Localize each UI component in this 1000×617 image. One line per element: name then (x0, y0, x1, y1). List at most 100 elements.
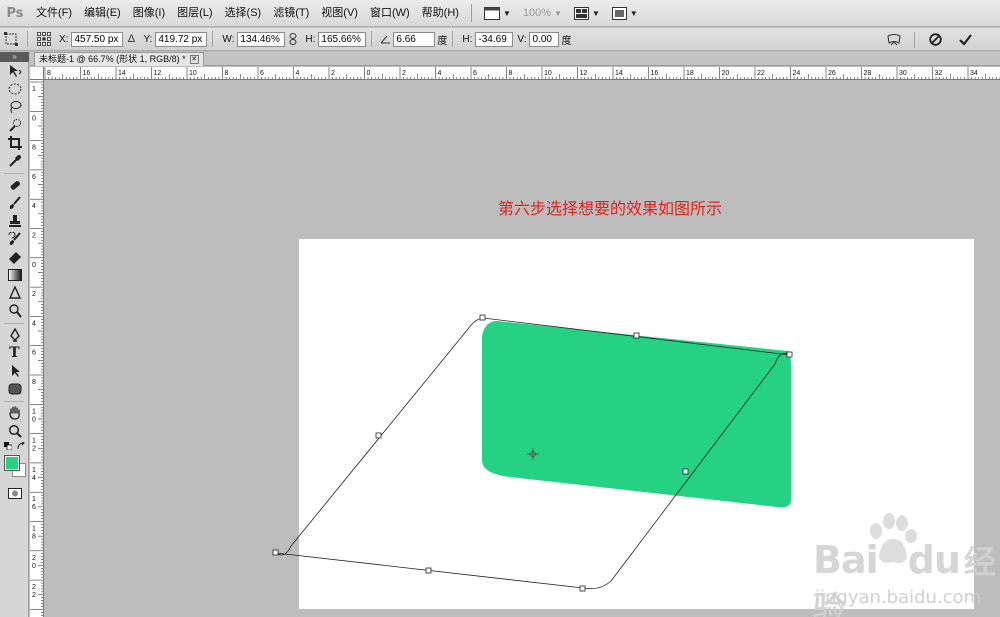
color-swatches (0, 452, 28, 484)
marquee-tool-icon[interactable] (0, 80, 29, 98)
ruler-label: 30 (899, 70, 907, 77)
menu-layer[interactable]: 图层(L) (171, 0, 218, 27)
dodge-tool-icon[interactable] (0, 302, 29, 320)
menu-select[interactable]: 选择(S) (219, 0, 268, 27)
eraser-tool-icon[interactable] (0, 248, 29, 266)
relative-position-icon[interactable]: Δ (125, 31, 137, 47)
chevron-down-icon: ▼ (629, 8, 638, 18)
ruler-label: 0 (367, 70, 371, 77)
quick-selection-tool-icon[interactable] (0, 116, 29, 134)
menu-window[interactable]: 窗口(W) (364, 0, 416, 27)
history-brush-tool-icon[interactable] (0, 230, 29, 248)
ruler-label: 6 (32, 350, 36, 357)
ruler-label: 2 (32, 233, 36, 240)
link-icon[interactable] (287, 31, 299, 47)
menu-file[interactable]: 文件(F) (30, 0, 78, 27)
tools-panel: T (0, 62, 29, 617)
options-separator (452, 31, 454, 47)
menu-filter[interactable]: 滤镜(T) (267, 0, 315, 27)
menu-view[interactable]: 视图(V) (315, 0, 364, 27)
ruler-label: 16 (83, 70, 91, 77)
ruler-label: 8 (47, 70, 51, 77)
hand-tool-icon[interactable] (0, 404, 29, 422)
horizontal-ruler-ticks: 8 16 14 12 10 8 6 4 2 0 2 4 6 8 10 12 14 16 18 20 22 24 26 28 30… (44, 67, 1000, 79)
pen-tool-icon[interactable] (0, 326, 29, 344)
crop-tool-icon[interactable] (0, 134, 29, 152)
brush-tool-icon[interactable] (0, 194, 29, 212)
ruler-label: 4 (32, 475, 36, 482)
ruler-label: 2 (32, 592, 36, 599)
screen-mode-icon (611, 6, 627, 20)
options-separator (371, 31, 373, 47)
transform-handle-top-left[interactable] (479, 314, 486, 321)
height-scale-input[interactable] (318, 31, 367, 47)
transform-handle-left[interactable] (375, 432, 382, 439)
commit-transform-icon[interactable] (956, 32, 974, 48)
cancel-transform-icon[interactable] (926, 32, 944, 48)
arrange-documents-button[interactable]: ▼ (568, 0, 606, 27)
clone-stamp-tool-icon[interactable] (0, 212, 29, 230)
horizontal-ruler[interactable]: 8 16 14 12 10 8 6 4 2 0 2 4 6 8 10 12 14 16 18 20 22 24 26 28 30… (44, 67, 1000, 80)
ruler-origin[interactable] (30, 67, 44, 80)
launch-bridge-button[interactable]: ▼ (478, 0, 517, 27)
screen-layout-icon (483, 6, 500, 20)
quick-mask-icon[interactable] (0, 484, 29, 502)
lasso-tool-icon[interactable] (0, 98, 29, 116)
path-selection-tool-icon[interactable] (0, 362, 29, 380)
reference-point-icon[interactable] (35, 31, 53, 47)
foreground-color-swatch[interactable] (4, 455, 20, 471)
y-label: Y: (143, 33, 153, 45)
horizontal-skew-input[interactable] (475, 31, 514, 47)
healing-brush-tool-icon[interactable] (0, 176, 29, 194)
blur-tool-icon[interactable] (0, 284, 29, 302)
ruler-label: 8 (32, 534, 36, 541)
ruler-label: 1 (32, 438, 36, 445)
ruler-label: 10 (544, 70, 552, 77)
ruler-label: 12 (580, 70, 588, 77)
document-tab-title: 未标题-1 @ 66.7% (形状 1, RGB/8) * (39, 54, 186, 64)
transform-handle-top[interactable] (633, 332, 640, 339)
chevron-down-icon: ▼ (502, 8, 511, 18)
menu-edit[interactable]: 编辑(E) (78, 0, 127, 27)
y-position-input[interactable] (155, 31, 208, 47)
default-colors-icon[interactable] (0, 440, 29, 452)
move-tool-icon[interactable] (0, 62, 29, 80)
menu-help[interactable]: 帮助(H) (416, 0, 465, 27)
transform-handle-top-right[interactable] (786, 351, 793, 358)
ruler-label: 0 (32, 115, 36, 122)
transform-handle-bottom[interactable] (425, 567, 432, 574)
zoom-tool-icon[interactable] (0, 422, 29, 440)
ruler-label: 34 (970, 70, 978, 77)
close-icon[interactable]: ✕ (189, 55, 199, 64)
screen-mode-button[interactable]: ▼ (606, 0, 644, 27)
green-rounded-rectangle[interactable] (482, 321, 791, 508)
commit-controls (879, 28, 1000, 51)
transform-handle-right[interactable] (682, 468, 689, 475)
canvas-workspace[interactable]: 第六步选择想要的效果如图所示 Bai du 经验 jingyan.baidu.c… (45, 81, 1000, 617)
ruler-label: 24 (793, 70, 801, 77)
ruler-label: 1 (32, 526, 36, 533)
warp-mode-icon[interactable] (885, 32, 903, 48)
vertical-ruler[interactable]: 1086420246810121416182022 (30, 80, 44, 617)
zoom-level-select[interactable]: 100% ▼ (517, 0, 568, 27)
ruler-label: 4 (32, 320, 36, 327)
skew-unit: 度 (561, 35, 572, 47)
type-tool-icon[interactable]: T (0, 344, 29, 362)
rotate-angle-input[interactable] (393, 31, 436, 47)
transform-tool-preset-icon[interactable] (2, 31, 20, 47)
eyedropper-tool-icon[interactable] (0, 152, 29, 170)
vertical-skew-input[interactable] (529, 31, 560, 47)
shape-tool-icon[interactable] (0, 380, 29, 398)
vskew-label: V: (517, 33, 527, 45)
menu-image[interactable]: 图像(I) (127, 0, 171, 27)
ruler-label: 4 (32, 203, 36, 210)
x-position-input[interactable] (71, 31, 124, 47)
gradient-tool-icon[interactable] (0, 266, 29, 284)
tools-panel-collapse[interactable]: » (0, 52, 29, 62)
width-scale-input[interactable] (237, 31, 286, 47)
transform-handle-bottom-right[interactable] (579, 585, 586, 592)
document-tab[interactable]: 未标题-1 @ 66.7% (形状 1, RGB/8) * ✕ (34, 52, 204, 66)
menu-bar: Ps 文件(F) 编辑(E) 图像(I) 图层(L) 选择(S) 滤镜(T) 视… (0, 0, 1000, 27)
ruler-label: 2 (331, 70, 335, 77)
transform-handle-bottom-left[interactable] (272, 549, 279, 556)
